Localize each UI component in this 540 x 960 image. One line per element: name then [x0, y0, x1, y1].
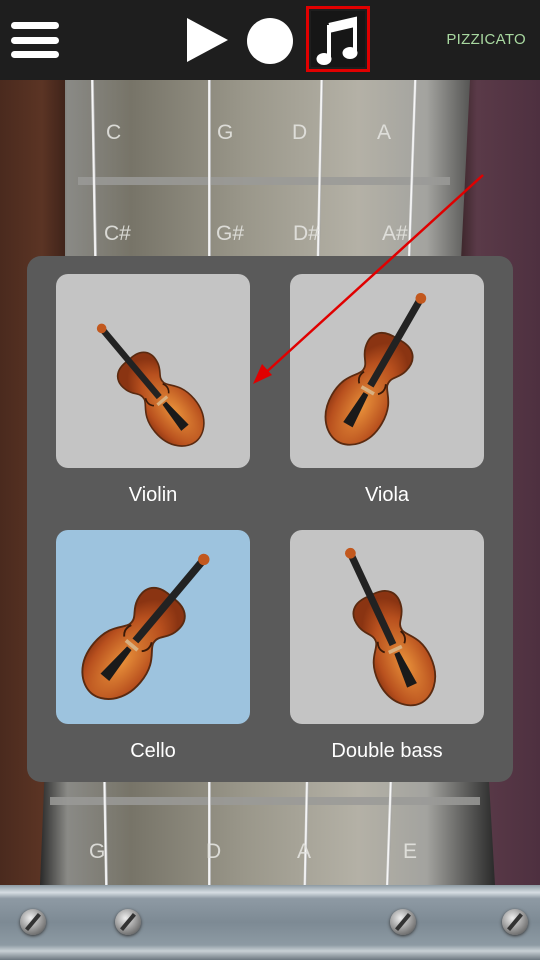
screw-icon — [20, 909, 46, 935]
instrument-tile-viola[interactable] — [290, 274, 484, 468]
viola-image — [312, 278, 450, 458]
music-note-icon — [316, 16, 358, 65]
note-label: D# — [293, 222, 320, 245]
instrument-label: Viola — [364, 484, 410, 506]
note-label: G — [217, 121, 234, 144]
hamburger-icon[interactable] — [11, 22, 59, 60]
instrument-label: Violin — [128, 484, 178, 506]
note-label: D — [292, 121, 308, 144]
note-label: G# — [216, 222, 245, 245]
instrument-picker-panel: Violin Viola Cello Double bass — [27, 256, 513, 782]
instrument-tile-double-bass[interactable] — [290, 530, 484, 724]
tailpiece-plate — [0, 885, 540, 960]
note-label: A — [377, 121, 392, 144]
note-label: D — [206, 840, 222, 863]
screw-icon — [115, 909, 141, 935]
note-label: G — [89, 840, 106, 863]
instrument-tile-violin[interactable] — [56, 274, 250, 468]
fret-line — [78, 177, 450, 185]
top-bar: PIZZICATO — [0, 0, 540, 80]
note-label: C# — [104, 222, 131, 245]
note-label: A — [297, 840, 312, 863]
mode-label[interactable]: PIZZICATO — [446, 31, 526, 48]
fret-line — [50, 797, 480, 805]
note-label: E — [403, 840, 418, 863]
instrument-button[interactable] — [306, 6, 370, 72]
note-label: A# — [382, 222, 408, 245]
violin-image — [78, 307, 217, 459]
screw-icon — [502, 909, 528, 935]
instrument-label: Cello — [130, 740, 176, 762]
double-bass-image — [321, 535, 448, 717]
note-label: C — [106, 121, 122, 144]
screw-icon — [390, 909, 416, 935]
record-icon[interactable] — [247, 18, 293, 64]
cello-image — [67, 534, 232, 714]
instrument-label: Double bass — [331, 740, 443, 762]
play-icon[interactable] — [185, 17, 230, 63]
instrument-tile-cello[interactable] — [56, 530, 250, 724]
